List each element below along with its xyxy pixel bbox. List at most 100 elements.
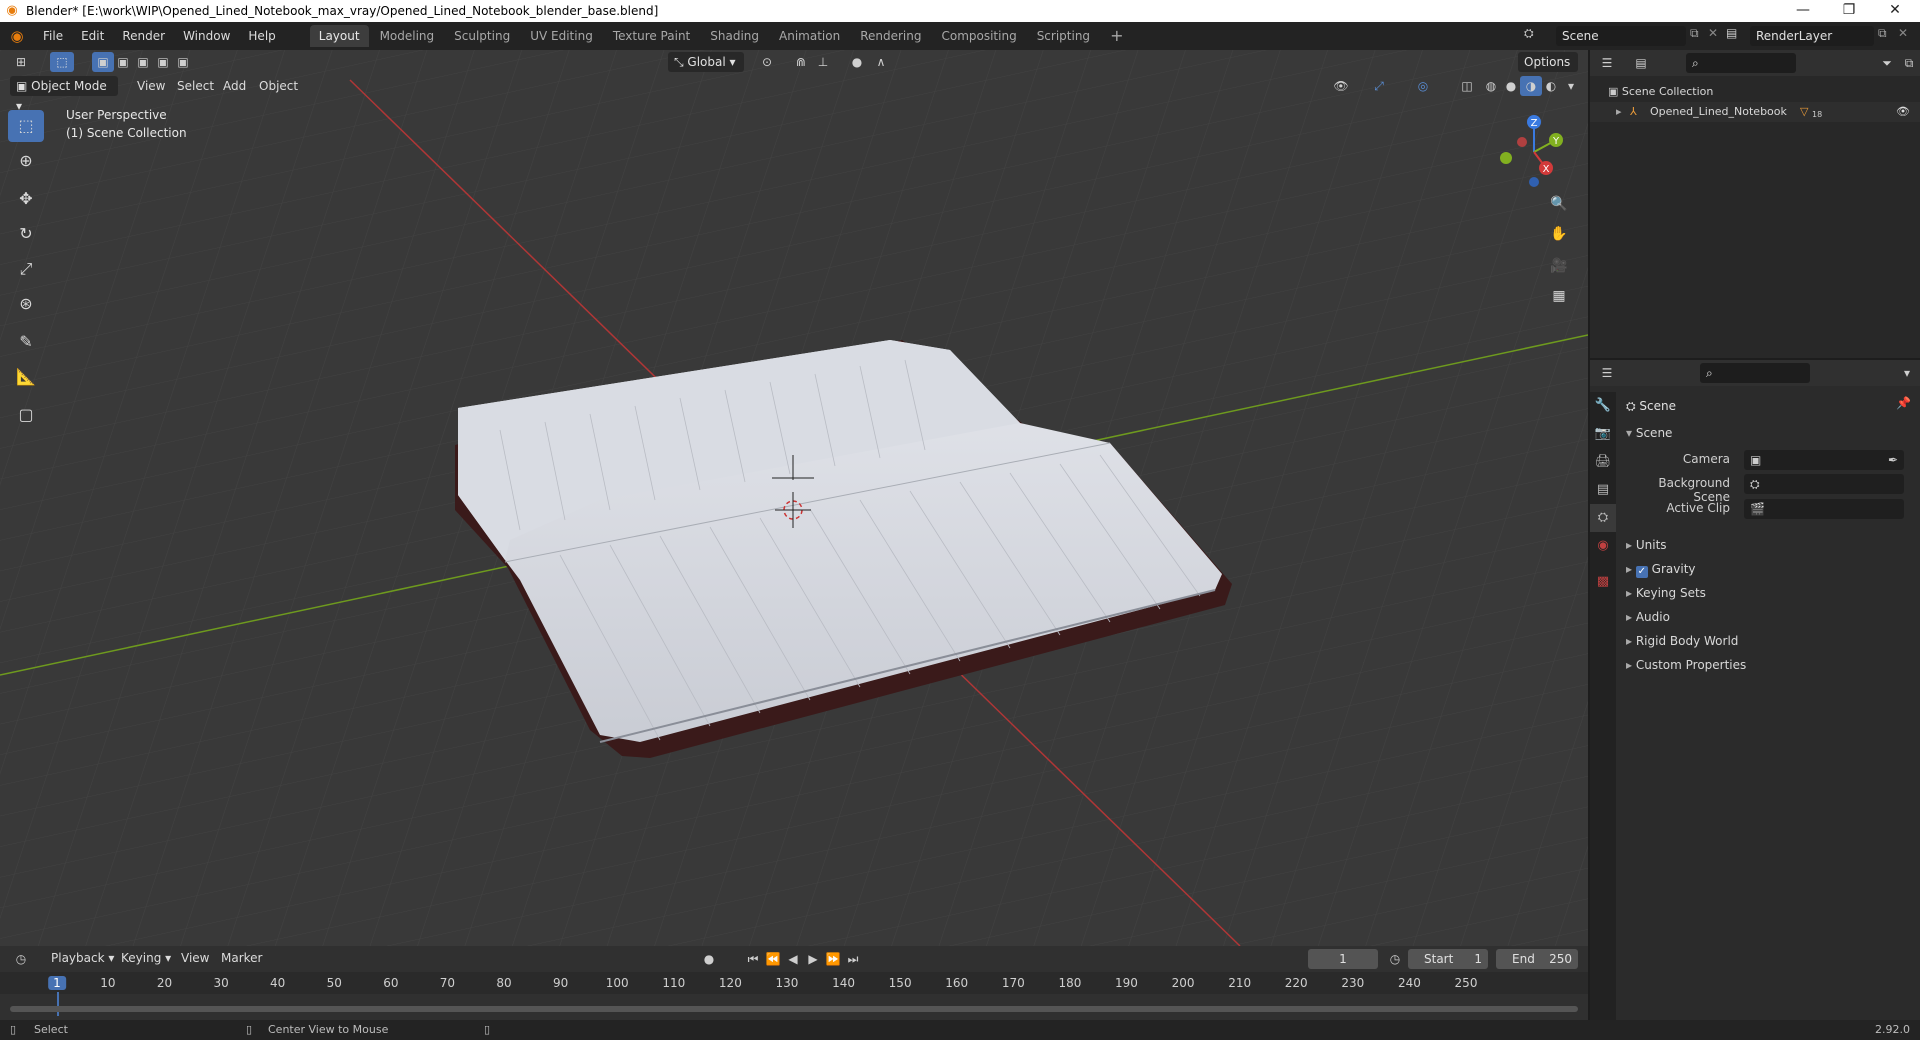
transform-tool-icon[interactable]: ⊛ (8, 288, 44, 320)
maximize-button[interactable]: ❐ (1826, 0, 1872, 22)
falloff-icon[interactable]: ∧ (870, 52, 892, 72)
3d-viewport[interactable]: ⊞ ⬚ ▣ ▣ ▣ ▣ ▣ ⤡ Global ▾ ⊙ ⋒ ⊥ ● ∧ Optio… (0, 50, 1588, 946)
rotate-tool-icon[interactable]: ↻ (8, 218, 44, 250)
move-tool-icon[interactable]: ✥ (8, 183, 44, 215)
properties-editor-icon[interactable]: ☰ (1596, 363, 1618, 383)
start-frame-field[interactable]: Start 1 (1408, 949, 1488, 969)
snap-target-icon[interactable]: ⊥ (812, 52, 834, 72)
tab-rendering[interactable]: Rendering (851, 25, 930, 47)
tab-uv-editing[interactable]: UV Editing (521, 25, 602, 47)
gravity-panel[interactable]: ▸ ✓ Gravity (1626, 558, 1696, 580)
menu-help[interactable]: Help (239, 22, 284, 50)
expand-arrow-icon[interactable]: ▸ (1616, 102, 1622, 122)
filter-icon[interactable]: ⏷ (1876, 53, 1898, 73)
menu-edit[interactable]: Edit (72, 22, 113, 50)
xray-icon[interactable]: ◫ (1456, 76, 1478, 96)
new-view-layer-icon[interactable]: ⧉ (1878, 26, 1887, 41)
jump-end-icon[interactable]: ⏭ (842, 949, 864, 969)
visibility-icon[interactable]: 👁 (1330, 76, 1352, 96)
view-layer-icon[interactable]: ▤ (1726, 26, 1737, 40)
view-layer-selector[interactable]: RenderLayer (1750, 26, 1874, 46)
scene-tab-icon[interactable]: ⛭ (1590, 504, 1616, 532)
outliner-root[interactable]: ▣ Scene Collection (1608, 82, 1713, 102)
perspective-toggle-icon[interactable]: ▦ (1544, 282, 1574, 310)
output-tab-icon[interactable]: 🖨 (1590, 448, 1616, 476)
rendered-shading-icon[interactable]: ◐ (1540, 76, 1562, 96)
pan-hand-icon[interactable]: ✋ (1544, 220, 1574, 248)
select-tool-icon[interactable]: ⬚ (8, 110, 44, 142)
menu-file[interactable]: File (34, 22, 72, 50)
cursor-tool-icon[interactable]: ⊕ (8, 145, 44, 177)
new-collection-icon[interactable]: ⧉ (1898, 53, 1920, 73)
scene-icon[interactable]: ⛭ (1524, 26, 1534, 41)
zoom-icon[interactable]: 🔍 (1544, 190, 1574, 218)
gravity-checkbox[interactable]: ✓ (1635, 566, 1648, 578)
transform-orientation-dropdown[interactable]: ⤡ Global ▾ (668, 52, 744, 72)
outliner-search[interactable]: ⌕ (1686, 53, 1796, 73)
menu-marker[interactable]: Marker (212, 944, 271, 972)
select-mode-icon[interactable]: ⬚ (50, 52, 74, 72)
menu-render[interactable]: Render (113, 22, 174, 50)
render-tab-icon[interactable]: 📷 (1590, 420, 1616, 448)
audio-panel[interactable]: ▸ Audio (1626, 606, 1670, 628)
pin-icon[interactable]: 📌 (1896, 396, 1911, 410)
delete-view-layer-icon[interactable]: ✕ (1898, 26, 1908, 40)
solid-shading-icon[interactable]: ● (1500, 76, 1522, 96)
pivot-point-icon[interactable]: ⊙ (756, 52, 778, 72)
custom-properties-panel[interactable]: ▸ Custom Properties (1626, 654, 1746, 676)
rigid-body-world-panel[interactable]: ▸ Rigid Body World (1626, 630, 1738, 652)
camera-field[interactable]: ▣ ✒ (1744, 450, 1904, 470)
select-intersect-icon[interactable]: ▣ (172, 52, 194, 72)
active-clip-field[interactable]: 🎬 (1744, 499, 1904, 519)
texture-tab-icon[interactable]: ▩ (1590, 568, 1616, 596)
mode-dropdown[interactable]: ▣ Object Mode ▾ (10, 76, 118, 113)
menu-window[interactable]: Window (174, 22, 239, 50)
scene-selector[interactable]: Scene (1556, 26, 1686, 46)
view-layer-tab-icon[interactable]: ▤ (1590, 476, 1616, 504)
record-icon[interactable]: ● (698, 949, 720, 969)
tab-animation[interactable]: Animation (770, 25, 849, 47)
camera-view-icon[interactable]: 🎥 (1544, 252, 1574, 280)
material-shading-icon[interactable]: ◑ (1520, 76, 1542, 96)
tab-sculpting[interactable]: Sculpting (445, 25, 519, 47)
playhead[interactable] (57, 992, 59, 1016)
tab-texture-paint[interactable]: Texture Paint (604, 25, 699, 47)
select-extend-icon[interactable]: ▣ (112, 52, 134, 72)
timeline-editor-icon[interactable]: ◷ (10, 949, 32, 969)
tab-shading[interactable]: Shading (701, 25, 768, 47)
outliner-editor-icon[interactable]: ☰ (1596, 53, 1618, 73)
scene-section-header[interactable]: ▾ Scene (1626, 422, 1672, 444)
snap-icon[interactable]: ⋒ (790, 52, 812, 72)
close-window-button[interactable]: ✕ (1872, 0, 1918, 22)
measure-tool-icon[interactable]: 📐 (8, 361, 44, 393)
background-scene-field[interactable]: ⛭ (1744, 474, 1904, 494)
tab-compositing[interactable]: Compositing (932, 25, 1025, 47)
shading-options-icon[interactable]: ▾ (1560, 76, 1582, 96)
select-invert-icon[interactable]: ▣ (152, 52, 174, 72)
play-icon[interactable]: ▶ (802, 949, 824, 969)
editor-type-icon[interactable]: ⊞ (10, 52, 32, 72)
tab-scripting[interactable]: Scripting (1028, 25, 1099, 47)
wireframe-shading-icon[interactable]: ◍ (1480, 76, 1502, 96)
proportional-edit-icon[interactable]: ● (846, 52, 868, 72)
annotate-tool-icon[interactable]: ✎ (8, 326, 44, 358)
current-frame-field[interactable]: 1 (1308, 949, 1378, 969)
timeline-scrollbar[interactable] (10, 1006, 1578, 1012)
options-dropdown[interactable]: Options ▾ (1518, 52, 1578, 89)
gizmo-toggle-icon[interactable]: ⤢ (1368, 76, 1390, 96)
world-tab-icon[interactable]: ◉ (1590, 532, 1616, 560)
menu-object[interactable]: Object (250, 72, 307, 100)
end-frame-field[interactable]: End 250 (1496, 949, 1578, 969)
select-subtract-icon[interactable]: ▣ (132, 52, 154, 72)
jump-keyframe-forward-icon[interactable]: ⏩ (822, 949, 844, 969)
add-cube-tool-icon[interactable]: ▢ (8, 399, 44, 431)
tool-tab-icon[interactable]: 🔧 (1590, 392, 1616, 420)
properties-search[interactable]: ⌕ (1700, 363, 1810, 383)
menu-keying[interactable]: Keying ▾ (112, 944, 180, 972)
frame-ruler[interactable]: 1 10 20 30 40 50 60 70 80 90 100 110 120 130 140 150 160… (0, 972, 1588, 1016)
eyedropper-icon[interactable]: ✒ (1888, 450, 1898, 470)
delete-scene-icon[interactable]: ✕ (1708, 26, 1718, 40)
scale-tool-icon[interactable]: ⤢ (8, 253, 44, 285)
properties-menu-icon[interactable]: ▾ (1896, 363, 1918, 383)
keying-sets-panel[interactable]: ▸ Keying Sets (1626, 582, 1706, 604)
